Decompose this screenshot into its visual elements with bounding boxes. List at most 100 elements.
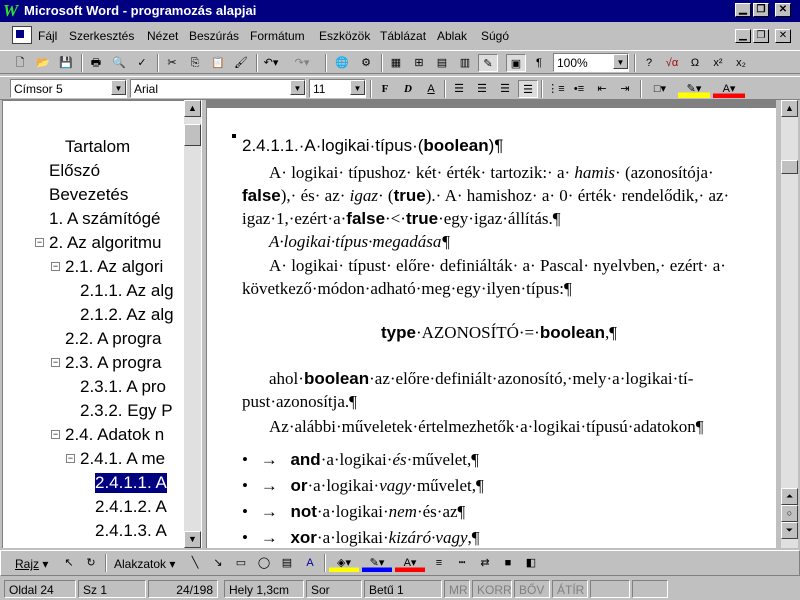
- docmap-item[interactable]: Bevezetés: [49, 185, 128, 205]
- restore-button[interactable]: ❐: [753, 3, 769, 17]
- paste-icon[interactable]: 📋: [208, 54, 228, 72]
- highlight-icon[interactable]: ✎▾: [678, 80, 710, 98]
- omega-symbol-icon[interactable]: Ω: [685, 54, 705, 72]
- dash-style-icon[interactable]: ┅: [452, 554, 472, 572]
- collapse-icon[interactable]: −: [35, 238, 44, 247]
- previous-page-icon[interactable]: ⏶: [781, 488, 798, 505]
- subscript-icon[interactable]: x₂: [731, 54, 751, 72]
- menu-view[interactable]: Nézet: [147, 29, 178, 43]
- document-scrollbar[interactable]: ▲ ⏶ ○ ⏷: [781, 100, 798, 548]
- docmap-item[interactable]: Előszó: [49, 161, 100, 181]
- arrow-style-icon[interactable]: ⇄: [475, 554, 495, 572]
- equation-icon[interactable]: √α: [662, 54, 682, 72]
- copy-icon[interactable]: ⎘: [185, 54, 205, 72]
- line-style-icon[interactable]: ≡: [429, 554, 449, 572]
- docmap-item[interactable]: 1. A számítógé: [49, 209, 161, 229]
- menu-tools[interactable]: Eszközök: [319, 29, 370, 43]
- arrow-icon[interactable]: ↘: [208, 554, 228, 572]
- status-overtype[interactable]: ÁTÍR: [552, 580, 588, 598]
- oval-icon[interactable]: ◯: [254, 554, 274, 572]
- docmap-item[interactable]: 2.4.1.3. A: [95, 521, 167, 541]
- align-center-icon[interactable]: ☰: [472, 80, 492, 98]
- shadow-icon[interactable]: ■: [498, 554, 518, 572]
- docmap-item[interactable]: −2.1. Az algori: [51, 257, 163, 277]
- spelling-icon[interactable]: ✓: [132, 54, 152, 72]
- rectangle-icon[interactable]: ▭: [231, 554, 251, 572]
- docmap-item[interactable]: 2.4.1.2. A: [95, 497, 167, 517]
- zoom-select[interactable]: 100% ▼: [553, 53, 629, 72]
- insert-table-icon[interactable]: ⊞: [409, 54, 429, 72]
- show-formatting-icon[interactable]: ¶: [529, 54, 549, 72]
- 3d-icon[interactable]: ◧: [521, 554, 541, 572]
- menu-window[interactable]: Ablak: [437, 29, 467, 43]
- bullets-icon[interactable]: •≡: [569, 80, 589, 98]
- draw-menu[interactable]: Rajz ▾: [15, 557, 48, 571]
- align-left-icon[interactable]: ☰: [449, 80, 469, 98]
- line-icon[interactable]: ╲: [185, 554, 205, 572]
- document-map-icon[interactable]: ▣: [506, 54, 526, 72]
- next-page-icon[interactable]: ⏷: [781, 522, 798, 539]
- align-right-icon[interactable]: ☰: [495, 80, 515, 98]
- superscript-icon[interactable]: x²: [708, 54, 728, 72]
- web-toolbar-icon[interactable]: ⚙: [356, 54, 376, 72]
- menu-format[interactable]: Formátum: [250, 29, 305, 43]
- docmap-item[interactable]: −2.3. A progra: [51, 353, 161, 373]
- print-icon[interactable]: 🖶: [86, 54, 106, 72]
- docmap-item[interactable]: −2.4. Adatok n: [51, 425, 164, 445]
- format-painter-icon[interactable]: 🖌: [231, 54, 251, 72]
- scroll-thumb[interactable]: [184, 124, 201, 146]
- bold-icon[interactable]: F: [375, 80, 395, 98]
- status-track-changes[interactable]: KORR: [472, 580, 512, 598]
- italic-icon[interactable]: D: [398, 80, 418, 98]
- increase-indent-icon[interactable]: ⇥: [615, 80, 635, 98]
- font-select[interactable]: Arial ▼: [130, 79, 306, 98]
- open-folder-icon[interactable]: 📂: [33, 54, 53, 72]
- line-color-icon[interactable]: ✎▾: [362, 554, 392, 572]
- borders-icon[interactable]: □▾: [645, 80, 675, 98]
- help-icon[interactable]: ?: [639, 54, 659, 72]
- select-browse-object-icon[interactable]: ○: [781, 505, 798, 522]
- fill-color-icon[interactable]: ◈▾: [329, 554, 359, 572]
- select-pointer-icon[interactable]: ↖: [59, 554, 79, 572]
- hyperlink-icon[interactable]: 🌐: [332, 54, 352, 72]
- docmap-item-selected[interactable]: 2.4.1.1. A: [95, 473, 167, 493]
- docmap-item[interactable]: 2.3.2. Egy P: [80, 401, 173, 421]
- underline-icon[interactable]: A: [421, 80, 441, 98]
- font-color-draw-icon[interactable]: A▾: [395, 554, 425, 572]
- columns-icon[interactable]: ▥: [455, 54, 475, 72]
- undo-icon[interactable]: ↶▾: [261, 54, 281, 72]
- numbering-icon[interactable]: ⋮≡: [546, 80, 566, 98]
- scroll-up-icon[interactable]: ▲: [781, 100, 798, 117]
- redo-icon[interactable]: ↷▾: [292, 54, 312, 72]
- menu-table[interactable]: Táblázat: [380, 29, 426, 43]
- menu-help[interactable]: Súgó: [481, 29, 509, 43]
- wordart-icon[interactable]: A: [300, 554, 320, 572]
- scroll-thumb[interactable]: [781, 160, 798, 174]
- style-select[interactable]: Címsor 5 ▼: [10, 79, 127, 98]
- document-page[interactable]: 2.4.1.1.·A·logikai·típus·(boolean)¶ A· l…: [207, 108, 776, 548]
- free-rotate-icon[interactable]: ↻: [81, 554, 101, 572]
- minimize-button[interactable]: ▁: [735, 3, 751, 17]
- decrease-indent-icon[interactable]: ⇤: [592, 80, 612, 98]
- cut-icon[interactable]: ✂: [162, 54, 182, 72]
- close-button[interactable]: ✕: [775, 3, 791, 17]
- insert-excel-icon[interactable]: ▤: [432, 54, 452, 72]
- status-record[interactable]: MR: [444, 580, 470, 598]
- new-document-icon[interactable]: 🗋: [10, 54, 30, 72]
- save-icon[interactable]: 💾: [56, 54, 76, 72]
- doc-restore-button[interactable]: ❐: [753, 29, 769, 43]
- docmap-item[interactable]: 2.2. A progra: [65, 329, 161, 349]
- docmap-item[interactable]: 2.3.1. A pro: [80, 377, 166, 397]
- tables-borders-icon[interactable]: ▦: [386, 54, 406, 72]
- collapse-icon[interactable]: −: [66, 454, 75, 463]
- print-preview-icon[interactable]: 🔍: [109, 54, 129, 72]
- doc-close-button[interactable]: ✕: [775, 29, 791, 43]
- document-icon[interactable]: [12, 26, 32, 44]
- justify-icon[interactable]: ☰: [518, 80, 538, 98]
- collapse-icon[interactable]: −: [51, 430, 60, 439]
- docmap-item[interactable]: Tartalom: [65, 137, 130, 157]
- font-color-icon[interactable]: A▾: [713, 80, 745, 98]
- collapse-icon[interactable]: −: [51, 262, 60, 271]
- text-box-icon[interactable]: ▤: [277, 554, 297, 572]
- scroll-up-icon[interactable]: ▲: [184, 100, 201, 117]
